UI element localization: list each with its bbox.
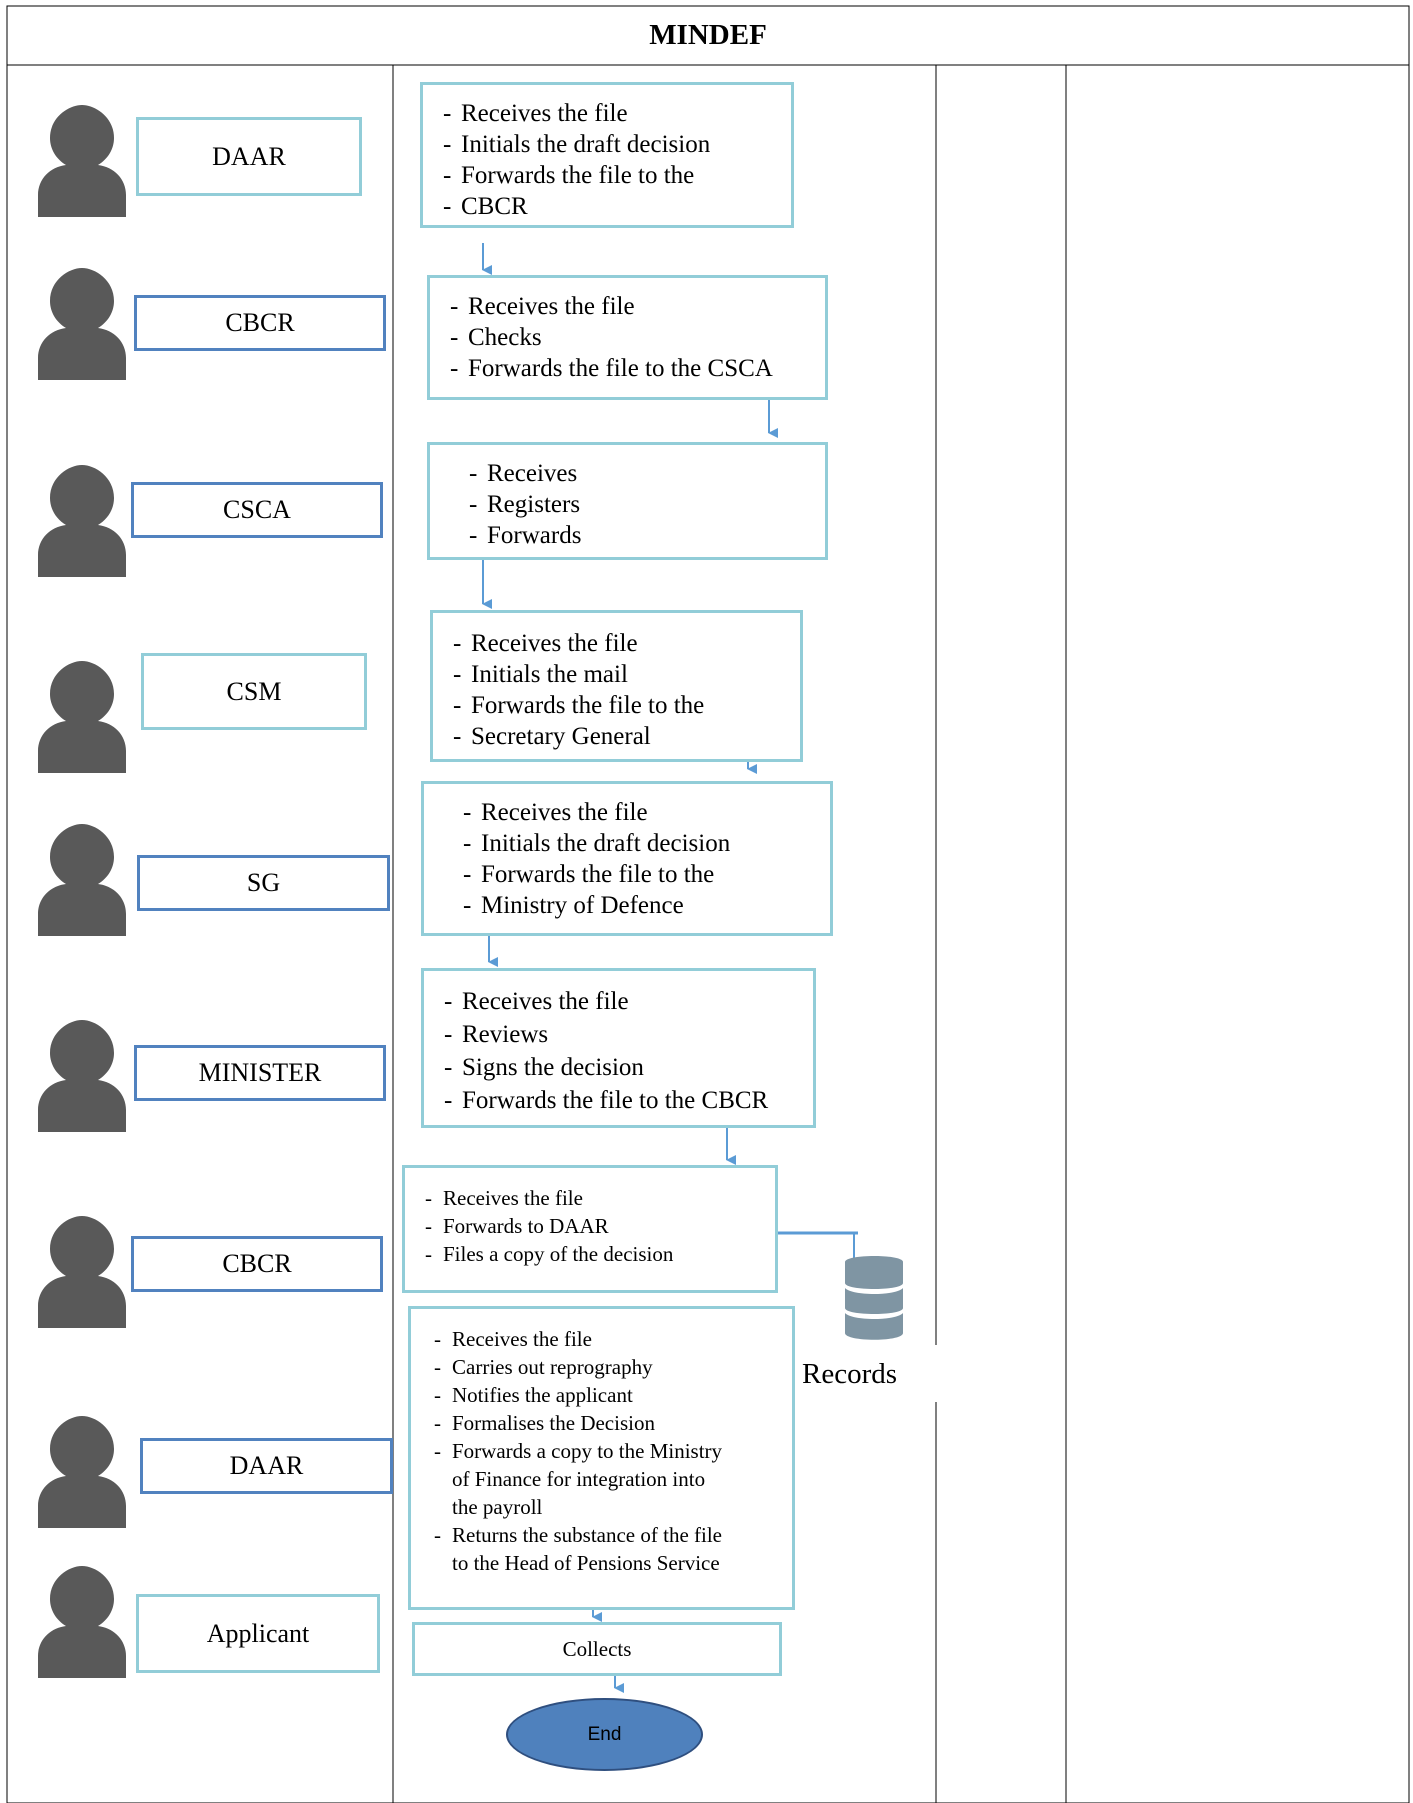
- step-line: Receives the file: [450, 291, 825, 322]
- step-line: Returns the substance of the file: [434, 1521, 792, 1549]
- actor-sg: SG: [137, 855, 390, 911]
- step-line: Files a copy of the decision: [425, 1240, 775, 1268]
- step-line: the payroll: [452, 1495, 543, 1519]
- person-icon: [38, 465, 126, 577]
- page-title: MINDEF: [649, 19, 767, 51]
- step-line: Forwards: [469, 520, 825, 551]
- step-line: Initials the draft decision: [443, 129, 791, 160]
- step-line: Receives the file: [443, 98, 791, 129]
- process-step-3: Receives Registers Forwards: [427, 442, 828, 560]
- step-line: Receives: [469, 458, 825, 489]
- process-step-2: Receives the file Checks Forwards the fi…: [427, 275, 828, 400]
- process-step-7: Receives the file Forwards to DAAR Files…: [402, 1165, 778, 1293]
- step-line: Receives the file: [453, 628, 800, 659]
- person-icon: [38, 824, 126, 936]
- step-line: Initials the draft decision: [463, 828, 830, 859]
- records-label: Records: [802, 1358, 898, 1390]
- step-line: Forwards the file to the CBCR: [444, 1084, 813, 1117]
- step-line: Forwards the file to the: [463, 859, 830, 890]
- step-line: Formalises the Decision: [434, 1409, 792, 1437]
- step-line: of Finance for integration into: [452, 1467, 706, 1491]
- step-line: Ministry of Defence: [463, 890, 830, 921]
- step-line: to the Head of Pensions Service: [452, 1551, 720, 1575]
- step-line: Receives the file: [463, 797, 830, 828]
- step-line: Signs the decision: [444, 1051, 813, 1084]
- step-line: Forwards a copy to the Ministry: [434, 1437, 792, 1465]
- process-step-4: Receives the file Initials the mail Forw…: [430, 610, 803, 762]
- person-icon: [38, 1566, 126, 1678]
- step-line: Registers: [469, 489, 825, 520]
- collects-box: Collects: [412, 1622, 782, 1676]
- process-step-6: Receives the file Reviews Signs the deci…: [421, 968, 816, 1128]
- end-node: End: [506, 1698, 703, 1771]
- person-icon: [38, 1216, 126, 1328]
- person-icon: [38, 105, 126, 217]
- step-line: Initials the mail: [453, 659, 800, 690]
- person-icon: [38, 268, 126, 380]
- actor-cbcr-2: CBCR: [131, 1236, 383, 1292]
- step-line: Notifies the applicant: [434, 1381, 792, 1409]
- actor-cbcr: CBCR: [134, 295, 386, 351]
- step-line: CBCR: [443, 191, 791, 222]
- person-icon: [38, 661, 126, 773]
- step-line: Forwards to DAAR: [425, 1212, 775, 1240]
- process-step-8: Receives the file Carries out reprograph…: [408, 1306, 795, 1610]
- step-line: Receives the file: [444, 985, 813, 1018]
- step-line: Receives the file: [434, 1325, 792, 1353]
- person-icon: [38, 1020, 126, 1132]
- step-line: Reviews: [444, 1018, 813, 1051]
- step-line: Checks: [450, 322, 825, 353]
- actor-csca: CSCA: [131, 482, 383, 538]
- step-line: Carries out reprography: [434, 1353, 792, 1381]
- actor-csm: CSM: [141, 653, 367, 730]
- actor-minister: MINISTER: [134, 1045, 386, 1101]
- step-line: Forwards the file to the: [443, 160, 791, 191]
- process-step-5: Receives the file Initials the draft dec…: [421, 781, 833, 936]
- step-line: Forwards the file to the: [453, 690, 800, 721]
- process-step-1: Receives the file Initials the draft dec…: [420, 82, 794, 228]
- swimlane-diagram: MINDEF DAAR CBCR CSCA CSM SG MINISTER CB…: [0, 0, 1413, 1803]
- step-line: Forwards the file to the CSCA: [450, 353, 825, 384]
- actor-applicant: Applicant: [136, 1594, 380, 1673]
- database-icon: [845, 1256, 903, 1340]
- actor-daar: DAAR: [136, 117, 362, 196]
- step-line: Receives the file: [425, 1184, 775, 1212]
- person-icon: [38, 1416, 126, 1528]
- step-line: Secretary General: [453, 721, 800, 752]
- actor-daar-2: DAAR: [140, 1438, 393, 1494]
